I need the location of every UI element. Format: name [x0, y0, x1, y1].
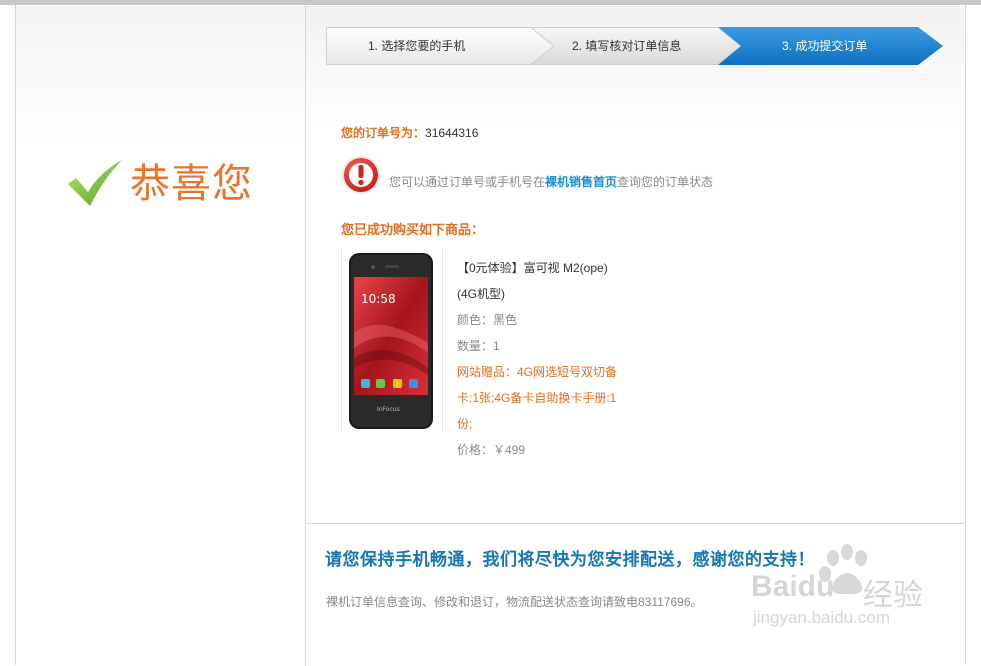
baidu-watermark: Baidu 经验 jingyan.baidu.com	[745, 540, 945, 635]
divider	[341, 249, 342, 431]
product-quantity: 数量：1	[457, 339, 500, 353]
order-status-notice: 您可以通过订单号或手机号在裸机销售首页查询您的订单状态	[341, 155, 741, 197]
watermark-brand: Baidu	[751, 570, 835, 603]
notice-suffix: 查询您的订单状态	[617, 175, 714, 189]
checkmark-icon	[68, 160, 122, 206]
product-color: 颜色：黑色	[457, 313, 518, 327]
congrats-banner: 恭喜您	[66, 158, 266, 210]
progress-steps: 1. 选择您要的手机 2. 填写核对订单信息 3. 成功提交订单	[326, 27, 944, 65]
order-number-label: 您的订单号为：	[341, 126, 426, 140]
purchased-items-title: 您已成功购买如下商品：	[341, 222, 485, 237]
delivery-message-title: 请您保持手机畅通，我们将尽快为您安排配送，感谢您的支持！	[325, 550, 815, 569]
sales-home-link[interactable]: 裸机销售首页	[545, 175, 617, 189]
product-details: 【0元体验】富可视 M2(ope) (4G机型) 颜色：黑色 数量：1 网站赠品…	[457, 255, 637, 463]
step-submit-success: 3. 成功提交订单	[326, 27, 944, 65]
divider	[442, 249, 443, 431]
order-number-value: 31644316	[425, 126, 479, 140]
product-price: 价格：￥499	[457, 443, 526, 457]
product-model: (4G机型)	[457, 287, 506, 301]
notice-text: 您可以通过订单号或手机号在裸机销售首页查询您的订单状态	[389, 173, 713, 190]
watermark-url: jingyan.baidu.com	[753, 608, 891, 627]
phone-screen-time: 10:58	[361, 292, 396, 306]
phone-image: 10:58 InFocus	[349, 253, 433, 429]
step-label: 3. 成功提交订单	[782, 39, 868, 53]
product-gift-line: 卡:1张;4G备卡自助换卡手册:1	[457, 391, 617, 405]
order-number-line: 您的订单号为：31644316	[341, 124, 478, 141]
phone-brand: InFocus	[377, 406, 400, 413]
product-name: 【0元体验】富可视 M2(ope)	[457, 261, 608, 275]
left-panel	[16, 6, 306, 666]
product-item: 10:58 InFocus 【0元体验】富可视 M2(ope) (4G机型) 颜…	[341, 249, 671, 457]
product-gift-line: 网站赠品：4G网选短号双切备	[457, 365, 618, 379]
exclamation-icon	[342, 156, 380, 194]
congrats-text: 恭喜您	[130, 162, 253, 206]
delivery-message-text: 裸机订单信息查询、修改和退订，物流配送状态查询请致电83117696。	[326, 595, 703, 609]
notice-prefix: 您可以通过订单号或手机号在	[389, 175, 546, 189]
product-gift-line: 份;	[457, 417, 473, 431]
